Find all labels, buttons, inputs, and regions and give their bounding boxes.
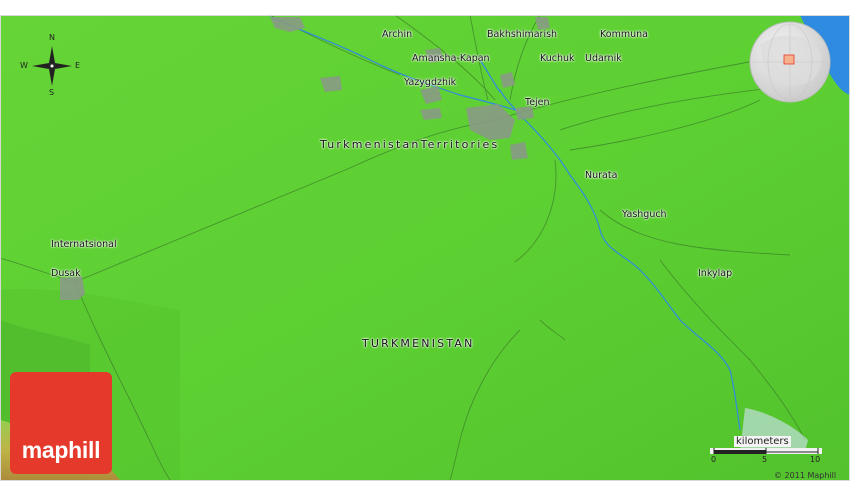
place-label[interactable]: Bakhshimarish — [487, 29, 557, 40]
region-label: TurkmenistanTerritories — [320, 138, 500, 151]
compass-south-label: S — [49, 88, 55, 97]
place-label[interactable]: Nurata — [585, 170, 617, 181]
scale-bar — [710, 448, 822, 454]
place-label[interactable]: Tejen — [525, 97, 550, 108]
compass-east-label: E — [75, 61, 81, 70]
scale-tick-5: 5 — [762, 455, 768, 464]
globe-location-marker — [783, 54, 795, 65]
place-label[interactable]: Kuchuk — [540, 53, 575, 64]
country-label: TURKMENISTAN — [362, 337, 475, 350]
place-label[interactable]: Internatsional — [51, 239, 117, 250]
place-label[interactable]: Archin — [382, 29, 412, 40]
place-label[interactable]: Inkylap — [698, 268, 732, 279]
place-label[interactable]: Udarnik — [585, 53, 622, 64]
maphill-logo-text: maphill — [21, 437, 101, 463]
copyright-text: © 2011 Maphill — [774, 471, 837, 480]
scale-unit-label: kilometers — [734, 436, 791, 447]
place-label[interactable]: Kommuna — [600, 29, 648, 40]
map-canvas[interactable]: N S E W TurkmenistanTerritories TURKMENI… — [0, 0, 850, 484]
locator-globe[interactable] — [749, 21, 831, 103]
place-label[interactable]: Yashguch — [622, 209, 667, 220]
place-label[interactable]: Amansha-Kapan — [412, 53, 490, 64]
compass-west-label: W — [20, 61, 28, 70]
place-label[interactable]: Yazygdzhik — [404, 77, 456, 88]
scale-tick-10: 10 — [810, 455, 821, 464]
terrain-layer — [0, 0, 850, 484]
place-label[interactable]: Dusak — [51, 268, 81, 279]
compass-north-label: N — [49, 33, 55, 42]
scale-tick-0: 0 — [711, 455, 717, 464]
